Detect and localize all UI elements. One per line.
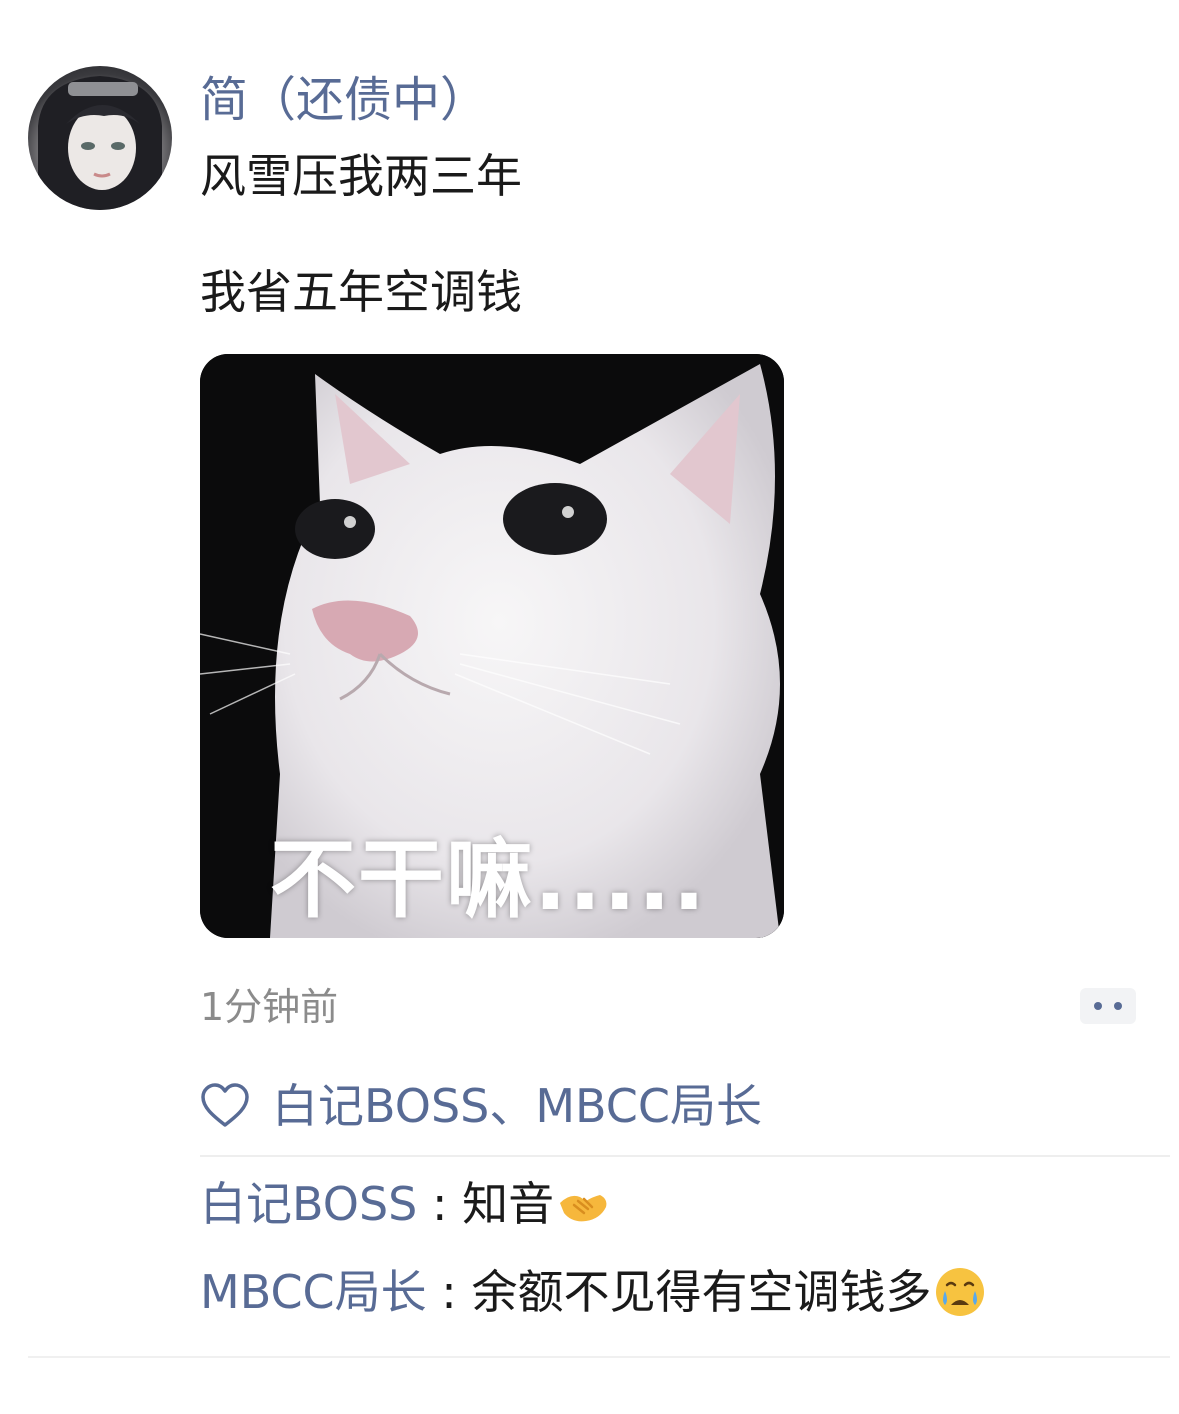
comment-author[interactable]: MBCC局长 (200, 1265, 427, 1319)
post-image-cat-meme[interactable]: 不干嘛..... (200, 354, 784, 938)
comment-text: 知音 (462, 1177, 555, 1231)
heart-icon (201, 1083, 249, 1127)
likes-names[interactable]: 白记BOSS、MBCC局长 (272, 1076, 762, 1136)
comment-item[interactable]: MBCC局长 : 余额不见得有空调钱多 (200, 1262, 987, 1323)
likes-comments-divider (200, 1155, 1170, 1157)
dot-icon (1114, 1002, 1122, 1010)
post-text-line-1: 风雪压我两三年 (200, 149, 522, 203)
comment-separator: : (426, 1265, 472, 1319)
author-avatar[interactable] (28, 66, 172, 210)
post-bottom-divider (28, 1356, 1170, 1358)
more-actions-button[interactable] (1080, 988, 1136, 1024)
crying-worried-face-icon (936, 1267, 985, 1316)
comment-author[interactable]: 白记BOSS (200, 1177, 417, 1231)
post-text-line-2: 我省五年空调钱 (200, 265, 522, 319)
comment-separator: : (417, 1177, 463, 1231)
comment-text: 余额不见得有空调钱多 (471, 1265, 932, 1319)
likes-row: 白记BOSS、MBCC局长 (200, 1076, 1170, 1136)
dot-icon (1094, 1002, 1102, 1010)
comment-item[interactable]: 白记BOSS : 知音 (200, 1174, 610, 1235)
post-author-name[interactable]: 简（还债中） (200, 68, 488, 132)
image-caption: 不干嘛..... (270, 830, 708, 930)
post-timestamp: 1分钟前 (200, 985, 339, 1029)
handshake-emoji-icon (560, 1194, 607, 1221)
